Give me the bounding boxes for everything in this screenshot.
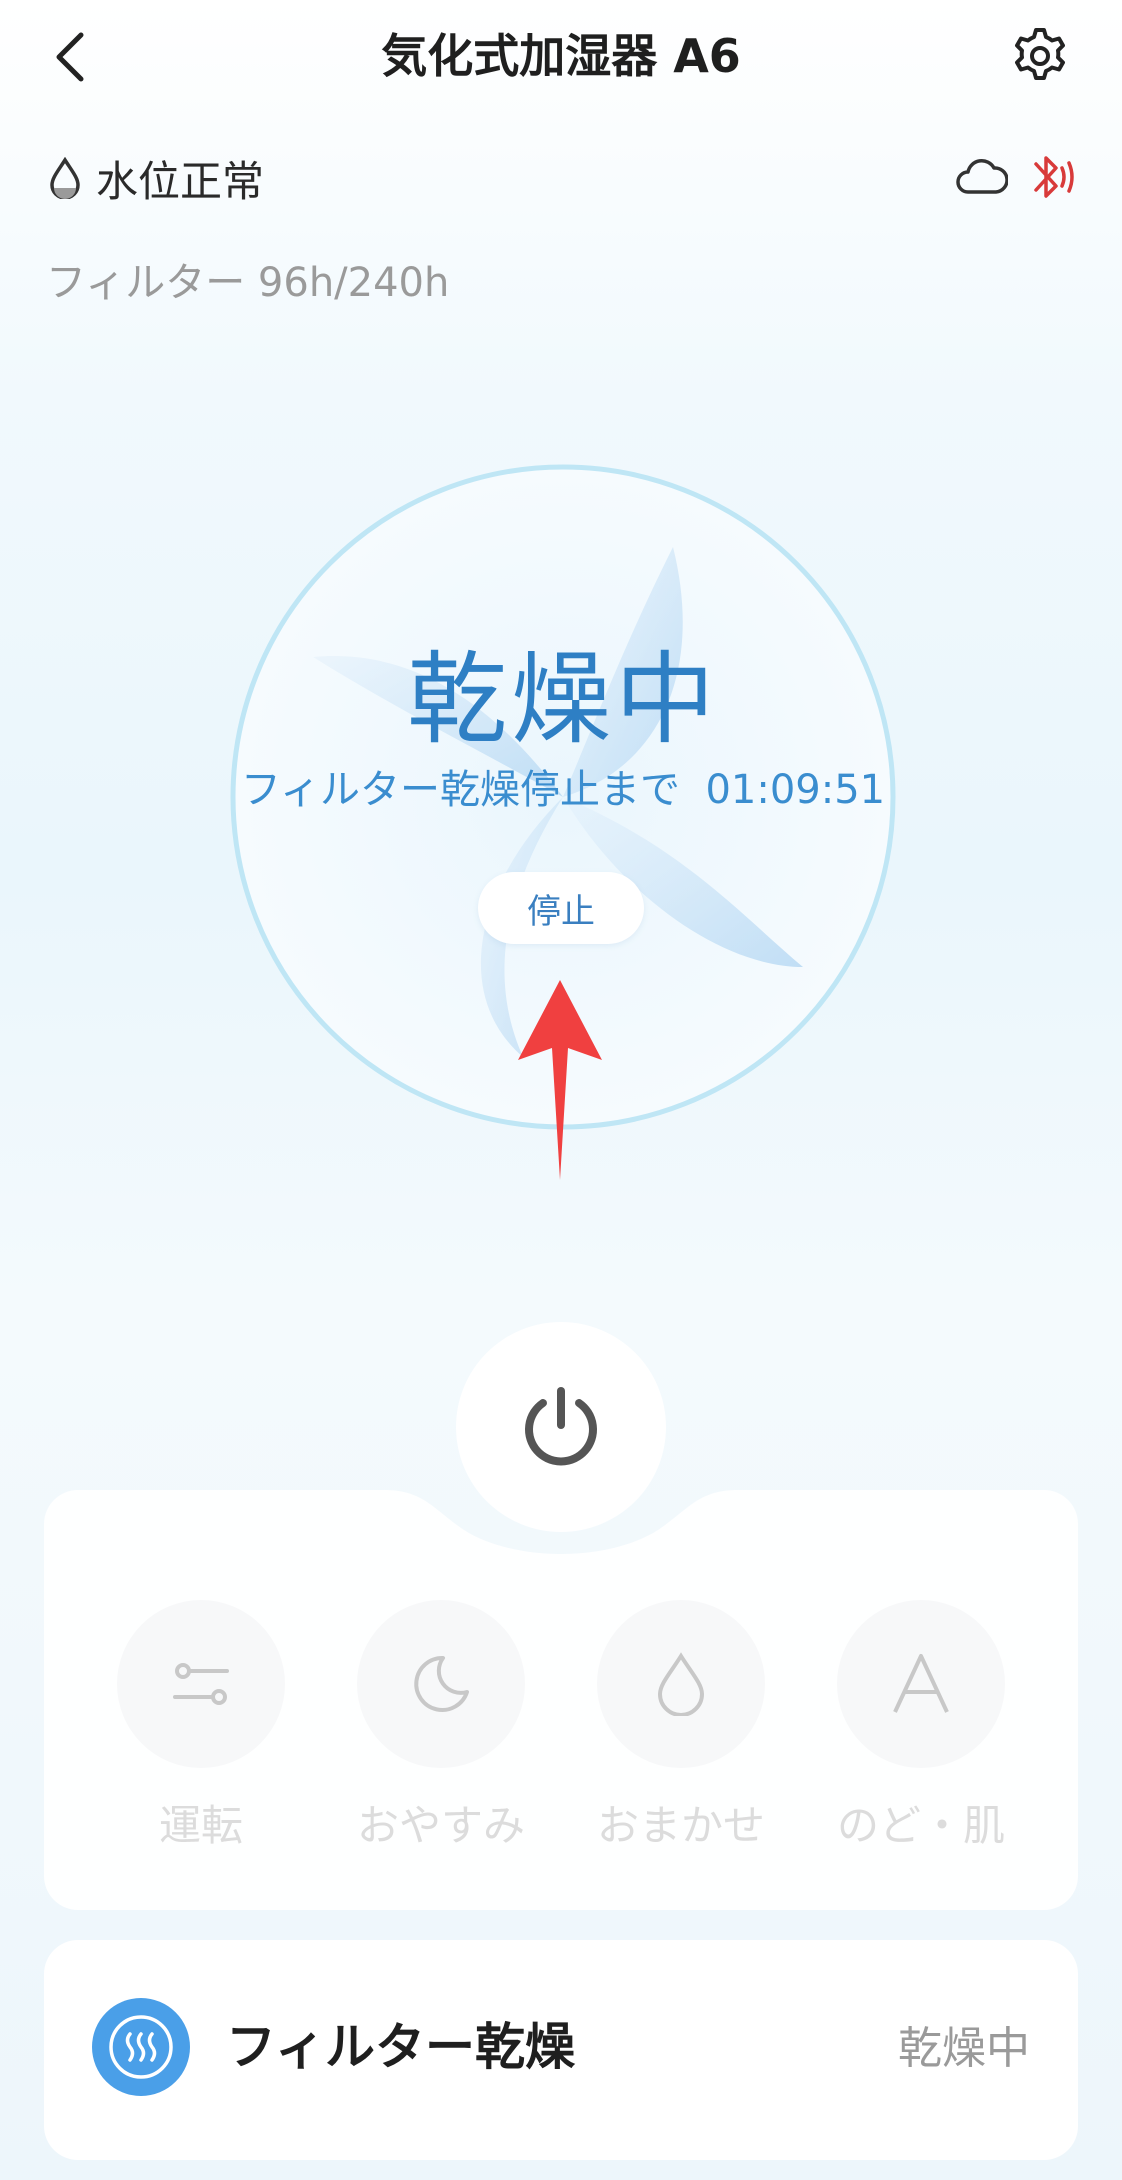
stop-button[interactable]: 停止 bbox=[478, 872, 644, 944]
power-button[interactable] bbox=[456, 1322, 666, 1532]
countdown-label: フィルター乾燥停止まで bbox=[240, 767, 681, 813]
settings-button[interactable] bbox=[1000, 20, 1080, 92]
sliders-icon bbox=[173, 1663, 229, 1705]
moon-icon bbox=[414, 1655, 469, 1712]
mode-throat-skin[interactable]: のど・肌 bbox=[821, 1600, 1021, 1853]
mode-run[interactable]: 運転 bbox=[101, 1600, 301, 1853]
countdown-time: 01:09:51 bbox=[705, 767, 886, 813]
filter-dry-status: 乾燥中 bbox=[898, 2023, 1030, 2074]
water-drop-icon bbox=[50, 157, 80, 199]
heat-waves-icon bbox=[109, 2015, 173, 2079]
mode-auto[interactable]: おまかせ bbox=[581, 1600, 781, 1853]
cloud-icon bbox=[956, 159, 1008, 194]
water-level-label: 水位正常 bbox=[96, 156, 265, 206]
letter-a-icon bbox=[893, 1654, 949, 1713]
power-icon bbox=[525, 1387, 597, 1466]
mode-label: おやすみ bbox=[356, 1801, 525, 1850]
arrow-up-icon bbox=[518, 980, 602, 1180]
filter-hours-text: フィルター 96h/240h bbox=[46, 260, 450, 306]
water-level-status: 水位正常 bbox=[48, 148, 264, 208]
mode-sleep[interactable]: おやすみ bbox=[341, 1600, 541, 1853]
gear-icon bbox=[1015, 28, 1065, 80]
mode-label: のど・肌 bbox=[836, 1801, 1005, 1850]
mode-label: おまかせ bbox=[596, 1801, 765, 1850]
operation-state: 乾燥中 bbox=[407, 641, 719, 758]
filter-dry-title: フィルター乾燥 bbox=[226, 2018, 575, 2076]
mode-label: 運転 bbox=[158, 1801, 243, 1850]
filter-dry-icon-badge bbox=[92, 1998, 190, 2096]
dry-countdown: フィルター乾燥停止まで 01:09:51 bbox=[200, 760, 926, 820]
bluetooth-icon bbox=[1034, 156, 1074, 198]
page-title: 気化式加湿器 A6 bbox=[381, 29, 741, 83]
droplet-icon bbox=[657, 1652, 705, 1716]
